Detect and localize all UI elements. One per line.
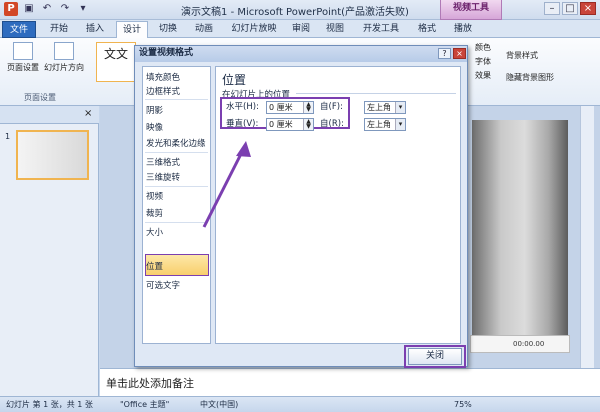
arrow-head bbox=[236, 141, 251, 157]
annotation-arrow bbox=[202, 141, 251, 228]
arrow-line bbox=[202, 147, 246, 228]
